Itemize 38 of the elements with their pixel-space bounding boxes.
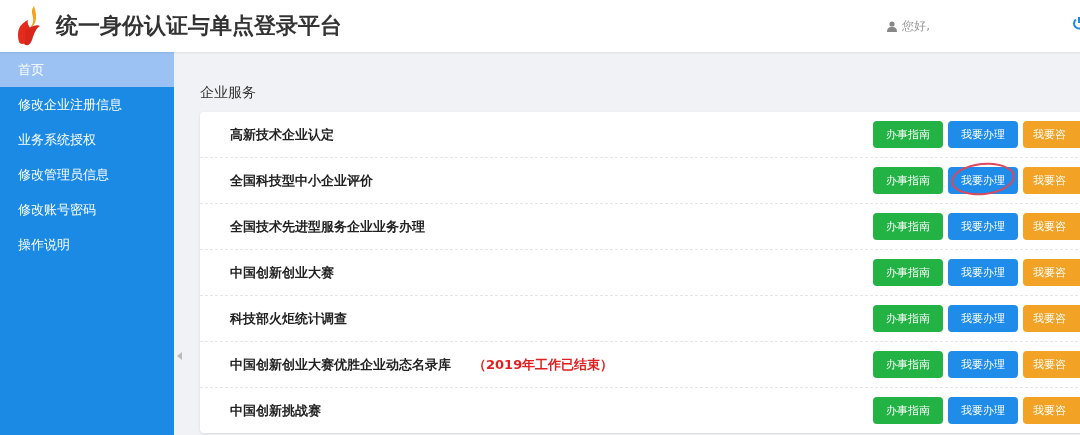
consult-button[interactable]: 我要咨 [1023,397,1080,424]
service-name: 全国技术先进型服务企业业务办理 [230,217,425,236]
consult-button[interactable]: 我要咨 [1023,213,1080,240]
consult-button[interactable]: 我要咨 [1023,167,1080,194]
sidebar-item[interactable]: 操作说明 [0,227,174,262]
apply-button[interactable]: 我要办理 [948,213,1018,240]
service-name: 高新技术企业认定 [230,125,334,144]
app-title: 统一身份认证与单点登录平台 [56,12,342,40]
guide-button[interactable]: 办事指南 [873,213,943,240]
guide-button[interactable]: 办事指南 [873,305,943,332]
apply-button[interactable]: 我要办理 [948,397,1018,424]
consult-button[interactable]: 我要咨 [1023,121,1080,148]
apply-button[interactable]: 我要办理 [948,259,1018,286]
consult-button[interactable]: 我要咨 [1023,259,1080,286]
service-name: 中国创新创业大赛优胜企业动态名录库 [230,355,451,374]
guide-button[interactable]: 办事指南 [873,351,943,378]
sidebar-item[interactable]: 修改账号密码 [0,192,174,227]
consult-button[interactable]: 我要咨 [1023,305,1080,332]
consult-button[interactable]: 我要咨 [1023,351,1080,378]
apply-button[interactable]: 我要办理 [948,351,1018,378]
guide-button[interactable]: 办事指南 [873,167,943,194]
sidebar-item[interactable]: 首页 [0,52,174,87]
guide-button[interactable]: 办事指南 [873,397,943,424]
guide-button[interactable]: 办事指南 [873,121,943,148]
guide-button[interactable]: 办事指南 [873,259,943,286]
section-title: 企业服务 [200,84,257,102]
service-name: 全国科技型中小企业评价 [230,171,373,190]
service-name: 科技部火炬统计调查 [230,309,347,328]
sidebar-item[interactable]: 修改企业注册信息 [0,87,174,122]
service-name: 中国创新创业大赛 [230,263,334,282]
apply-button[interactable]: 我要办理 [948,121,1018,148]
greeting: 您好, [902,17,930,35]
apply-button[interactable]: 我要办理 [948,305,1018,332]
user-icon [887,20,898,32]
service-name: 中国创新挑战赛 [230,401,321,420]
status-note: （2019年工作已结束） [473,355,614,374]
sidebar-item[interactable]: 业务系统授权 [0,122,174,157]
sidebar-item[interactable]: 修改管理员信息 [0,157,174,192]
